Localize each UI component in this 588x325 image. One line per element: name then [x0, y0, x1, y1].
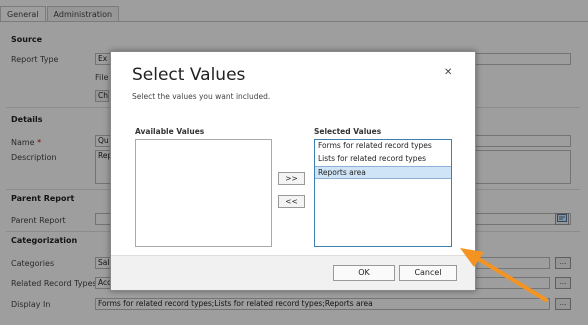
annotation-arrow-icon: [460, 248, 548, 302]
